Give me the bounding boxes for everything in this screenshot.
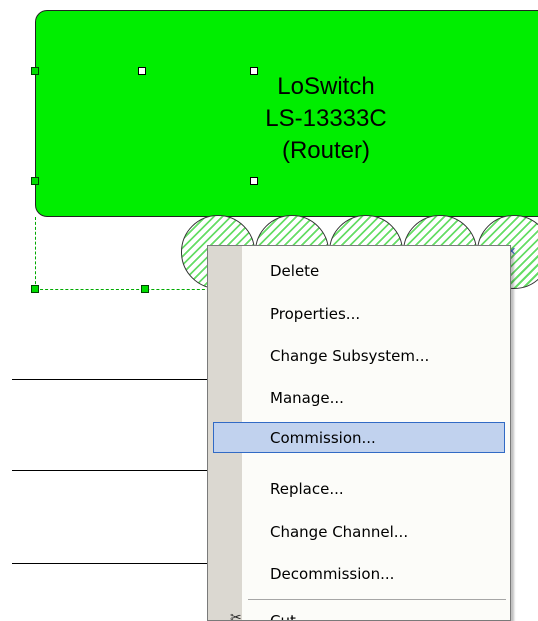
context-menu: Delete Properties... Change Subsystem...… <box>207 245 511 621</box>
menu-item-delete[interactable]: Delete <box>213 255 505 286</box>
menu-separator <box>248 599 506 600</box>
connection-point[interactable] <box>138 67 146 75</box>
menu-item-label: Delete <box>270 262 320 280</box>
router-device-shape[interactable]: LoSwitch LS-13333C (Router) <box>35 10 538 217</box>
menu-item-label: Change Channel... <box>270 523 409 541</box>
menu-item-change-subsystem[interactable]: Change Subsystem... <box>213 340 505 371</box>
device-type: (Router) <box>281 137 371 164</box>
connection-point[interactable] <box>250 177 258 185</box>
menu-item-commission[interactable]: Commission... <box>213 422 505 453</box>
menu-item-label: Decommission... <box>270 565 395 583</box>
selection-outline <box>35 289 215 290</box>
selection-handle[interactable] <box>31 177 39 185</box>
menu-item-label: Cut <box>270 612 296 621</box>
menu-item-cut[interactable]: Cut <box>213 605 505 621</box>
device-name: LoSwitch <box>277 73 375 100</box>
menu-item-replace[interactable]: Replace... <box>213 473 505 504</box>
connector-line[interactable] <box>12 470 212 471</box>
connection-point[interactable] <box>250 67 258 75</box>
menu-item-properties[interactable]: Properties... <box>213 298 505 329</box>
menu-item-label: Replace... <box>270 480 344 498</box>
menu-item-manage[interactable]: Manage... <box>213 382 505 413</box>
menu-item-decommission[interactable]: Decommission... <box>213 558 505 589</box>
connector-line[interactable] <box>12 379 212 380</box>
menu-item-label: Properties... <box>270 305 361 323</box>
selection-outline <box>35 217 36 289</box>
device-label: LoSwitch LS-13333C (Router) <box>196 71 456 167</box>
menu-item-label: Manage... <box>270 389 344 407</box>
menu-item-change-channel[interactable]: Change Channel... <box>213 516 505 547</box>
device-model: LS-13333C <box>265 105 387 132</box>
selection-handle[interactable] <box>141 285 149 293</box>
selection-handle[interactable] <box>31 285 39 293</box>
diagram-canvas[interactable]: LoSwitch LS-13333C (Router) ✕ Delete Pro… <box>0 0 538 621</box>
menu-item-label: Change Subsystem... <box>270 347 430 365</box>
menu-item-label: Commission... <box>270 429 376 447</box>
connector-line[interactable] <box>12 563 212 564</box>
selection-handle[interactable] <box>31 67 39 75</box>
